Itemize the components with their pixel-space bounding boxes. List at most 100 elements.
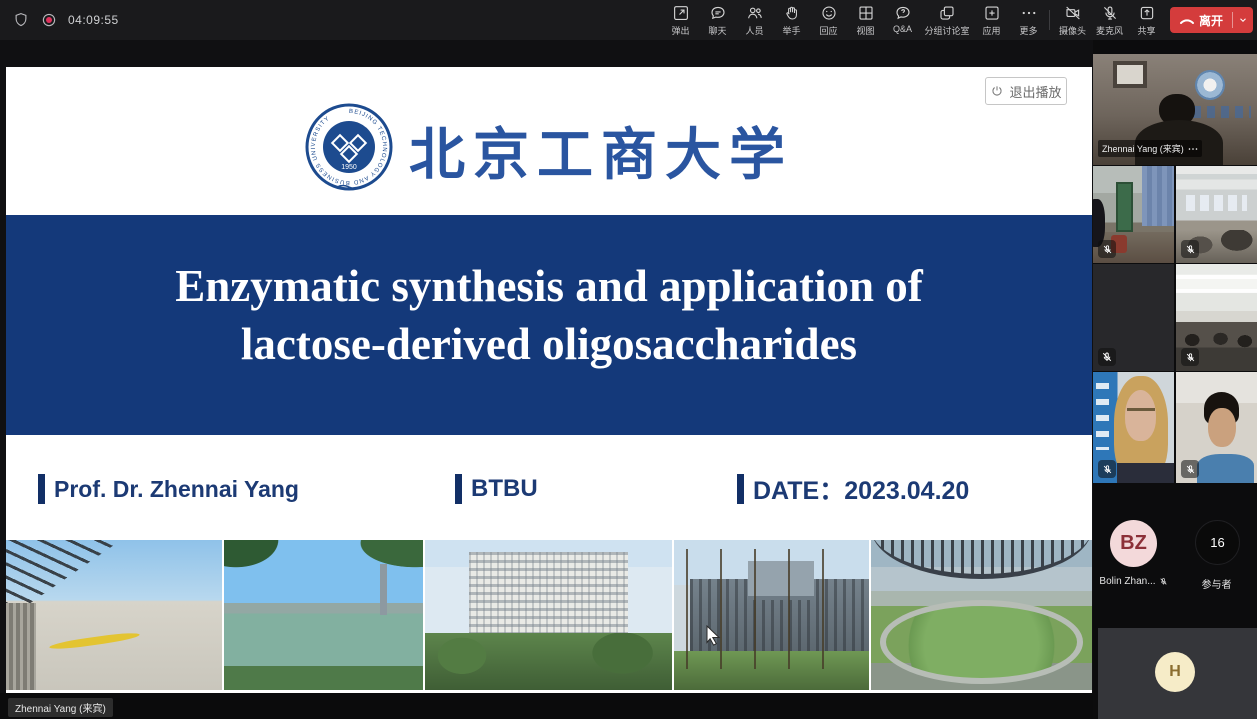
avatar-initials: BZ [1110,520,1157,567]
photo-decor [425,633,672,690]
toolbar-button-more[interactable]: 更多 [1010,3,1047,37]
phone-hangup-icon [1179,15,1195,25]
video-tile-man[interactable] [1176,372,1257,483]
campus-photo-aerial-garden [871,540,1092,690]
recording-indicator-icon [40,11,58,29]
muted-mic-icon [1181,460,1199,478]
university-logo-block: BEIJING TECHNOLOGY AND BUSINESS UNIVERSI… [6,85,1092,215]
slide-affiliation: BTBU [455,472,538,506]
tile-more-icon[interactable] [1188,147,1198,151]
toolbar-button-label: Q&A [893,24,912,34]
tile-name-text: Zhennai Yang (来宾) [1102,142,1184,155]
more-ellipsis-icon [1020,3,1038,23]
toolbar-button-view[interactable]: 视图 [847,3,884,37]
campus-photo-gate-building [674,540,869,690]
credit-bar [737,474,744,504]
affiliation-text: BTBU [471,475,538,503]
participant-count-label: 参与者 [1202,576,1232,591]
leave-meeting-button[interactable]: 离开 [1170,7,1253,33]
date-text: DATE：2023.04.20 [753,471,969,507]
leave-button-main[interactable]: 离开 [1170,12,1232,29]
video-tile-bright-room[interactable] [1176,166,1257,263]
toolbar-button-chat[interactable]: 聊天 [699,3,736,37]
toolbar-button-label: 弹出 [671,24,689,37]
toolbar-button-label: 摄像头 [1059,24,1086,37]
camera-off-icon [1064,3,1082,23]
person-silhouette [1197,454,1254,483]
credit-bar [455,474,462,504]
author-text: Prof. Dr. Zhennai Yang [54,476,299,503]
shared-screen-stage: 退出播放 BEIJING TECHNOLOGY AND BUSINESS UNI… [0,40,1093,719]
participant-avatar-tile[interactable]: BZ Bolin Zhan... [1093,484,1174,600]
video-decor [1195,70,1225,100]
meeting-app-window: 04:09:55 弹出 聊天 人员 举手 回应 [0,0,1257,719]
toolbar-button-qa[interactable]: Q&A [884,3,921,37]
video-tile-name-label: Zhennai Yang (来宾) [1098,140,1202,157]
toolbar-button-popout[interactable]: 弹出 [662,3,699,37]
slide-title-line2: lactose-derived oligosaccharides [6,317,1092,371]
raise-hand-icon [783,3,801,23]
smiley-reaction-icon [820,3,838,23]
video-decor [1176,275,1257,303]
participant-count-tile[interactable]: 16 参与者 [1176,484,1257,600]
campus-photo-lake [224,540,423,690]
leave-button-label: 离开 [1199,12,1223,29]
meeting-timer: 04:09:55 [68,13,119,27]
microphone-toggle-button[interactable]: 麦克风 [1091,3,1128,37]
muted-mic-icon [1181,240,1199,258]
campus-photo-plaza [6,540,222,690]
stage-footer: Zhennai Yang (来宾) [0,693,1093,719]
video-tile-camera-off[interactable] [1093,264,1174,371]
video-decor [1186,195,1248,211]
person-silhouette [1117,463,1174,483]
leave-options-chevron[interactable] [1233,15,1253,25]
campus-photo-main-building [425,540,672,690]
photo-decor [871,540,1092,579]
university-seal-logo: BEIJING TECHNOLOGY AND BUSINESS UNIVERSI… [305,101,393,199]
video-decor [1113,61,1147,88]
toolbar-button-label: 人员 [745,24,763,37]
muted-mic-icon [1098,240,1116,258]
popout-icon [672,3,690,23]
participant-count-badge: 16 [1195,520,1240,565]
muted-mic-icon [1098,460,1116,478]
video-decor [1116,182,1134,232]
toolbar-button-apps[interactable]: 应用 [973,3,1010,37]
toolbar-button-label: 共享 [1137,24,1155,37]
toolbar-button-breakout-rooms[interactable]: 分组讨论室 [921,3,973,37]
chat-icon [709,3,727,23]
breakout-rooms-icon [938,3,956,23]
device-buttons-group: 摄像头 麦克风 共享 [1054,3,1165,37]
toolbar-button-raise-hand[interactable]: 举手 [773,3,810,37]
toolbar-divider [1049,10,1050,30]
toolbar-button-reactions[interactable]: 回应 [810,3,847,37]
avatar-initial: H [1155,652,1195,692]
slide-date: DATE：2023.04.20 [737,472,969,506]
video-tile-lab-room[interactable] [1093,166,1174,263]
video-tile-avatar-h[interactable]: H [1098,628,1257,719]
toolbar-button-participants[interactable]: 人员 [736,3,773,37]
video-tile-woman[interactable] [1093,372,1174,483]
slide-author: Prof. Dr. Zhennai Yang [38,472,299,506]
security-shield-icon[interactable] [12,11,30,29]
camera-toggle-button[interactable]: 摄像头 [1054,3,1091,37]
toolbar-button-label: 回应 [819,24,837,37]
participant-name-row: Bolin Zhan... [1093,576,1174,587]
photo-decor [686,549,842,669]
toolbar-button-label: 视图 [856,24,874,37]
photo-decor [880,600,1083,684]
share-screen-icon [1138,3,1156,23]
video-tile-presenter[interactable]: Zhennai Yang (来宾) [1093,54,1257,165]
participant-name: Bolin Zhan... [1099,576,1155,587]
meeting-toolbar: 04:09:55 弹出 聊天 人员 举手 回应 [0,0,1257,40]
video-decor [1127,408,1155,411]
photo-decor [469,552,627,645]
toolbar-button-label: 更多 [1019,24,1037,37]
participants-icon [746,3,764,23]
photo-decor [380,564,387,615]
share-screen-button[interactable]: 共享 [1128,3,1165,37]
video-tile-classroom[interactable] [1176,264,1257,371]
photo-decor [49,631,140,652]
person-silhouette [1208,408,1236,448]
muted-mic-icon [1159,577,1168,586]
